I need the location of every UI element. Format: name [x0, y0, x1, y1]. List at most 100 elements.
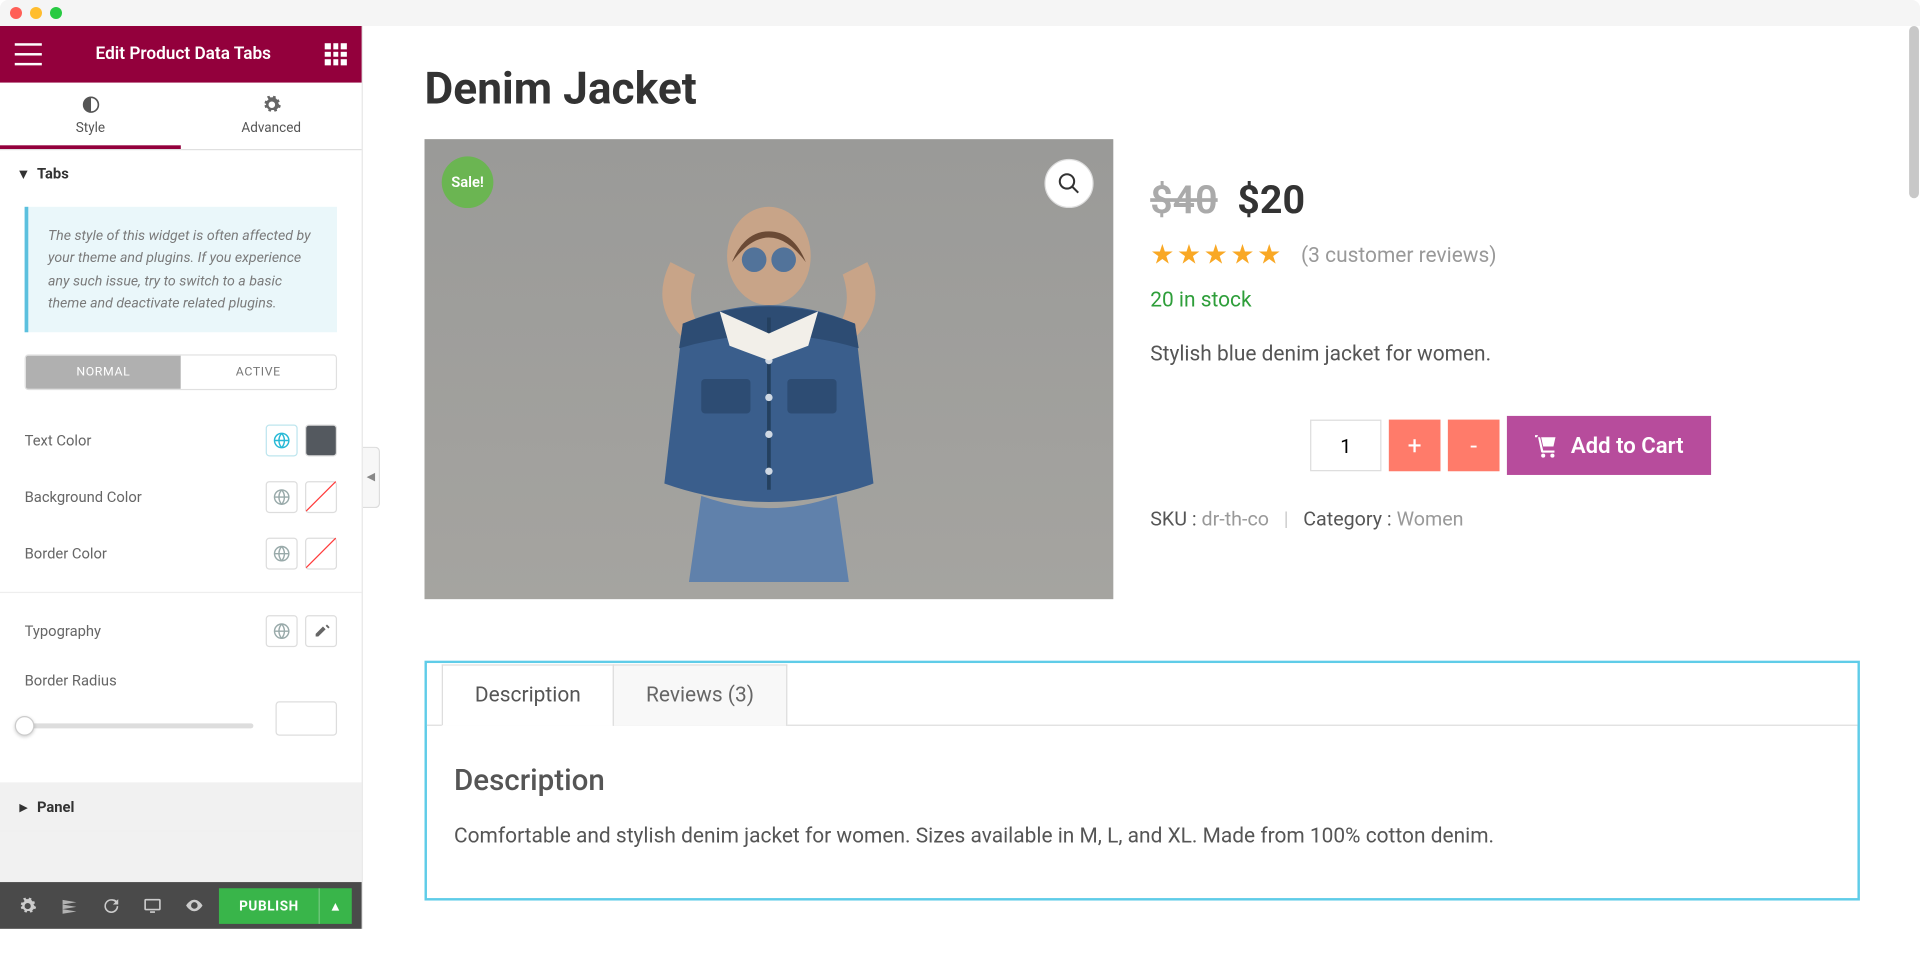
window-chrome [0, 0, 1920, 26]
row-typography: Typography [25, 602, 337, 659]
chevron-down-icon: ▾ [20, 165, 27, 182]
product-illustration [584, 188, 953, 582]
section-panel-title: Panel [37, 798, 74, 815]
border-radius-slider [25, 688, 337, 759]
product-price: $40 $20 [1150, 176, 1860, 223]
section-panel: ▸ Panel [0, 783, 362, 831]
product-image[interactable]: Sale! [424, 139, 1113, 599]
window-close-icon[interactable] [10, 7, 22, 19]
product-info: $40 $20 ★★★★★ (3 customer reviews) 20 in… [1150, 139, 1860, 599]
add-to-cart-row: + - Add to Cart [1150, 416, 1860, 475]
globe-icon[interactable] [266, 615, 298, 647]
settings-icon[interactable] [10, 888, 44, 922]
history-icon[interactable] [93, 888, 127, 922]
globe-icon[interactable] [266, 424, 298, 456]
slider-track[interactable] [25, 723, 254, 728]
page-title: Edit Product Data Tabs [42, 44, 325, 64]
window-maximize-icon[interactable] [50, 7, 62, 19]
color-swatch-none[interactable] [305, 481, 337, 513]
slider-thumb[interactable] [15, 715, 35, 735]
label-text-color: Text Color [25, 431, 92, 448]
preview-icon[interactable] [177, 888, 211, 922]
quantity-minus-button[interactable]: - [1448, 420, 1500, 472]
quantity-input[interactable] [1310, 420, 1381, 472]
product-title: Denim Jacket [424, 63, 1859, 115]
contrast-icon [81, 95, 101, 115]
chevron-right-icon: ▸ [20, 798, 27, 815]
publish-options-button[interactable]: ▴ [319, 888, 352, 924]
row-text-color: Text Color [25, 412, 337, 469]
publish-button[interactable]: PUBLISH [219, 888, 318, 924]
tab-advanced[interactable]: Advanced [181, 83, 362, 149]
product-meta: SKU : dr-th-co | Category : Women [1150, 507, 1860, 530]
product-summary: Sale! $40 $20 ★★★★★ (3 customer reviews)… [424, 139, 1859, 599]
section-panel-header[interactable]: ▸ Panel [0, 783, 362, 830]
bottom-bar: PUBLISH ▴ [0, 882, 362, 929]
responsive-icon[interactable] [135, 888, 169, 922]
tab-advanced-label: Advanced [241, 119, 301, 135]
row-bg-color: Background Color [25, 468, 337, 525]
divider [0, 591, 362, 592]
rating-row: ★★★★★ (3 customer reviews) [1150, 240, 1860, 271]
collapse-sidebar-button[interactable]: ◀ [363, 447, 380, 509]
color-swatch-none[interactable] [305, 537, 337, 569]
menu-icon[interactable] [15, 43, 42, 65]
scrollbar[interactable] [1909, 26, 1919, 198]
sidebar-spacer [0, 831, 362, 882]
section-tabs-header[interactable]: ▾ Tabs [0, 150, 362, 197]
info-note: The style of this widget is often affect… [25, 207, 337, 332]
stock-status: 20 in stock [1150, 288, 1860, 313]
preview-canvas: Denim Jacket [363, 26, 1920, 929]
section-tabs: ▾ Tabs The style of this widget is often… [0, 150, 362, 783]
state-toggle: NORMAL ACTIVE [25, 354, 337, 390]
section-tabs-title: Tabs [37, 165, 69, 182]
quantity-plus-button[interactable]: + [1389, 420, 1441, 472]
price-new: $20 [1237, 176, 1305, 223]
meta-separator: | [1284, 507, 1289, 530]
add-to-cart-button[interactable]: Add to Cart [1507, 416, 1711, 475]
short-description: Stylish blue denim jacket for women. [1150, 342, 1860, 367]
add-to-cart-label: Add to Cart [1571, 433, 1684, 459]
edit-typography-button[interactable] [305, 615, 337, 647]
label-typography: Typography [25, 622, 101, 639]
publish-group: PUBLISH ▴ [219, 888, 351, 924]
tab-description[interactable]: Description [442, 664, 614, 726]
sidebar-header: Edit Product Data Tabs [0, 26, 362, 83]
editor-tabs: Style Advanced [0, 83, 362, 151]
window-minimize-icon[interactable] [30, 7, 42, 19]
gear-icon [261, 95, 281, 115]
data-tabs-nav: Description Reviews (3) [427, 663, 1857, 726]
data-tabs-panel: Description Comfortable and stylish deni… [427, 726, 1857, 898]
tab-panel-heading: Description [454, 763, 1830, 797]
navigator-icon[interactable] [52, 888, 86, 922]
product-data-tabs-widget[interactable]: Description Reviews (3) Description Comf… [424, 661, 1859, 901]
state-normal-button[interactable]: NORMAL [26, 355, 181, 388]
row-border-color: Border Color [25, 525, 337, 582]
tab-reviews[interactable]: Reviews (3) [613, 664, 787, 726]
magnifier-icon [1057, 171, 1082, 196]
product-image-placeholder [424, 139, 1113, 599]
tab-style[interactable]: Style [0, 83, 181, 149]
border-radius-input[interactable] [276, 701, 338, 735]
row-border-radius: Border Radius [25, 659, 337, 689]
category-value[interactable]: Women [1396, 507, 1463, 530]
pencil-icon [313, 623, 329, 639]
sku-label: SKU : [1150, 507, 1196, 530]
zoom-button[interactable] [1044, 159, 1093, 208]
state-active-button[interactable]: ACTIVE [181, 355, 336, 388]
editor-sidebar: Edit Product Data Tabs Style Advanced ▾ … [0, 26, 363, 929]
cart-icon [1534, 433, 1559, 458]
globe-icon[interactable] [266, 537, 298, 569]
sale-badge: Sale! [442, 156, 494, 208]
price-old: $40 [1150, 176, 1217, 223]
star-icons: ★★★★★ [1150, 240, 1284, 271]
tab-panel-content: Comfortable and stylish denim jacket for… [454, 824, 1830, 849]
globe-icon[interactable] [266, 481, 298, 513]
reviews-link[interactable]: (3 customer reviews) [1301, 243, 1497, 268]
label-border-color: Border Color [25, 545, 107, 562]
sku-value: dr-th-co [1201, 507, 1268, 530]
label-border-radius: Border Radius [25, 671, 117, 688]
color-swatch-dark[interactable] [305, 424, 337, 456]
label-bg-color: Background Color [25, 488, 142, 505]
widgets-grid-icon[interactable] [325, 43, 347, 65]
